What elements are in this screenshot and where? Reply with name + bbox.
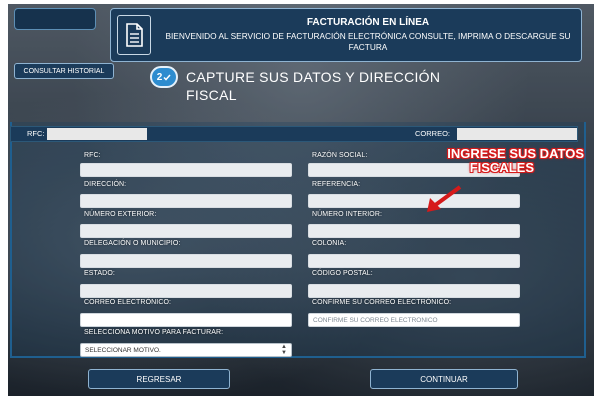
annotation-arrow-icon — [427, 185, 462, 212]
razon-social-label: RAZÓN SOCIAL: — [312, 152, 368, 159]
summary-correo-value — [457, 128, 577, 140]
back-button[interactable]: REGRESAR — [88, 369, 230, 389]
referencia-input[interactable] — [308, 194, 520, 208]
step-badge: 2 — [150, 66, 178, 88]
annotation-line2: FISCALES — [469, 160, 534, 175]
header-subtitle: BIENVENIDO AL SERVICIO DE FACTURACIÓN EL… — [165, 31, 571, 52]
colonia-input[interactable] — [308, 254, 520, 268]
numero-interior-input[interactable] — [308, 224, 520, 238]
select-arrows-icon: ▲ ▼ — [281, 344, 287, 356]
header-title: FACTURACIÓN EN LÍNEA — [306, 17, 430, 28]
motivo-selected-value: SELECCIONAR MOTIVO. — [85, 346, 161, 354]
confirme-correo-input[interactable] — [308, 313, 520, 327]
rfc-input[interactable] — [80, 163, 292, 177]
confirme-correo-label: CONFIRME SU CORREO ELECTRÓNICO: — [312, 299, 452, 306]
codigo-postal-input[interactable] — [308, 284, 520, 298]
numero-exterior-input[interactable] — [80, 224, 292, 238]
check-icon — [163, 74, 171, 81]
header-banner: FACTURACIÓN EN LÍNEA BIENVENIDO AL SERVI… — [110, 8, 582, 62]
correo-input[interactable] — [80, 313, 292, 327]
codigo-postal-label: CÓDIGO POSTAL: — [312, 270, 373, 277]
continue-button[interactable]: CONTINUAR — [370, 369, 518, 389]
summary-bar: RFC: CORREO: — [10, 126, 578, 142]
summary-rfc-label: RFC: — [27, 129, 45, 138]
annotation-line1: INGRESE SUS DATOS — [447, 146, 584, 161]
numero-exterior-label: NÚMERO EXTERIOR: — [84, 211, 157, 218]
delegacion-input[interactable] — [80, 254, 292, 268]
step-title: CAPTURE SUS DATOS Y DIRECCIÓN FISCAL — [186, 69, 441, 103]
top-left-button[interactable] — [14, 8, 96, 30]
history-button[interactable]: CONSULTAR HISTORIAL — [14, 63, 114, 79]
direccion-input[interactable] — [80, 194, 292, 208]
rfc-label: RFC: — [84, 152, 101, 159]
referencia-label: REFERENCIA: — [312, 181, 361, 188]
estado-input[interactable] — [80, 284, 292, 298]
correo-label: CORREO ELECTRÓNICO: — [84, 299, 172, 306]
motivo-select[interactable]: SELECCIONAR MOTIVO. ▲ ▼ — [80, 343, 292, 357]
delegacion-label: DELEGACIÓN O MUNICIPIO: — [84, 240, 181, 247]
step-number: 2 — [156, 71, 163, 83]
direccion-label: DIRECCIÓN: — [84, 181, 127, 188]
document-icon — [117, 15, 151, 55]
summary-rfc-value — [47, 128, 147, 140]
motivo-label: SELECCIONA MOTIVO PARA FACTURAR: — [84, 329, 224, 336]
colonia-label: COLONIA: — [312, 240, 347, 247]
numero-interior-label: NÚMERO INTERIOR: — [312, 211, 383, 218]
estado-label: ESTADO: — [84, 270, 115, 277]
summary-correo-label: CORREO: — [415, 129, 451, 138]
